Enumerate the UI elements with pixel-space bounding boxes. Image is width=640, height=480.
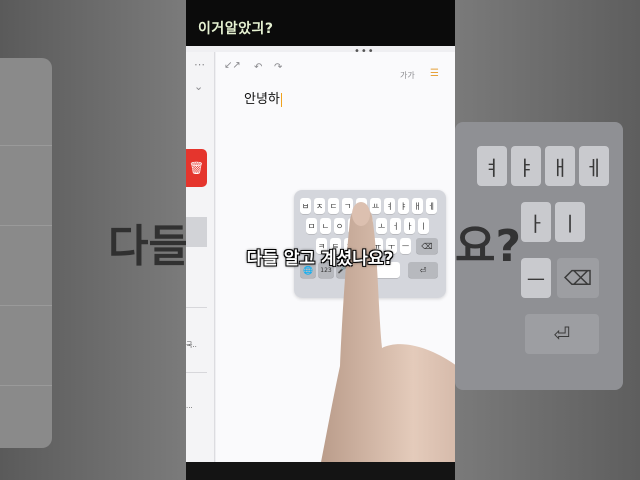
collapse-icon[interactable]: ↙↗	[224, 60, 241, 71]
ghost-key: ㅕ	[477, 146, 507, 186]
note-text: 안녕하	[244, 92, 280, 107]
ghost-key: ㅐ	[545, 146, 575, 186]
ghost-key: ㅣ	[555, 202, 585, 242]
undo-icon[interactable]: ↶	[254, 62, 262, 73]
video-caption: 다들 알고 계셨나요?	[246, 249, 394, 269]
ghost-key: ㅑ	[511, 146, 541, 186]
chevron-down-icon[interactable]: ⌄	[194, 80, 203, 93]
ghost-divider	[0, 145, 52, 146]
selected-note-row[interactable]	[186, 217, 207, 247]
trash-icon: 🗑	[188, 161, 205, 175]
ghost-divider	[0, 385, 52, 386]
ghost-key: ㅔ	[579, 146, 609, 186]
video-title-bar: 이거알았긔?	[186, 0, 455, 46]
ghost-divider	[0, 305, 52, 306]
note-snippet[interactable]: 국..	[186, 340, 197, 350]
divider	[186, 307, 207, 308]
ghost-divider	[0, 225, 52, 226]
redo-icon[interactable]: ↷	[274, 62, 282, 73]
overlay-title: 이거알았긔?	[198, 21, 274, 37]
divider	[186, 372, 207, 373]
checklist-icon[interactable]: ☰	[430, 68, 439, 79]
text-caret	[280, 92, 282, 107]
note-snippet[interactable]: ...	[186, 402, 193, 410]
bottom-strip	[186, 462, 455, 480]
ghost-return-icon: ⏎	[525, 314, 599, 354]
format-button[interactable]: 가가	[400, 70, 415, 81]
ipad-screen: 이거알았긔? ••• ⋯ ⌄ 🗑 국.. ... ↙↗ ↶ ↷ 가가 ☰ 안녕하…	[186, 0, 455, 480]
more-icon[interactable]: ⋯	[194, 58, 205, 71]
finger-image	[317, 202, 455, 480]
delete-button[interactable]: 🗑	[186, 149, 207, 187]
note-body[interactable]: 안녕하	[244, 88, 282, 107]
ghost-key: ㅏ	[521, 202, 551, 242]
